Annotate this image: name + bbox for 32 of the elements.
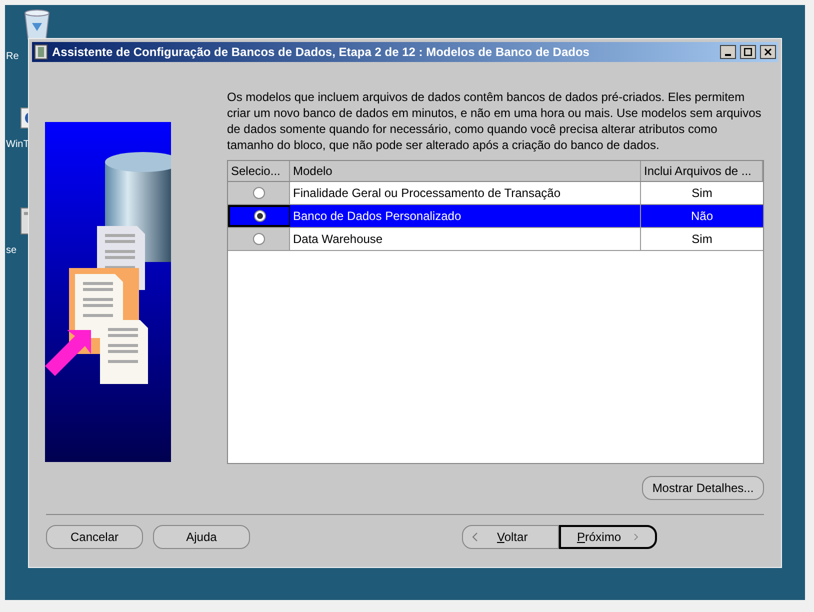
details-button[interactable]: Mostrar Detalhes... (642, 476, 764, 500)
cancel-button[interactable]: Cancelar (46, 525, 143, 549)
window-title: Assistente de Configuração de Bancos de Dados, Etapa 2 de 12 : Modelos de Banco de Dados (52, 44, 590, 61)
column-header[interactable]: Modelo (290, 161, 641, 181)
chevron-left-icon (471, 532, 479, 542)
table-cell-text: Sim (690, 231, 714, 248)
desktop-icon-label[interactable]: Re (6, 51, 19, 64)
radio-button[interactable] (252, 233, 264, 245)
table-cell-text: Sim (690, 185, 714, 202)
desktop-icon-label[interactable]: WinT (6, 139, 30, 152)
desktop-icon-label[interactable]: se (6, 245, 17, 258)
column-header[interactable]: Inclui Arquivos de ... (641, 161, 763, 181)
table-row[interactable]: Banco de Dados Personalizado Não (228, 205, 763, 228)
table-cell: Data Warehouse (290, 228, 641, 250)
back-button[interactable]: Voltar (462, 525, 559, 549)
radio-button[interactable] (252, 187, 264, 199)
close-icon (764, 48, 772, 56)
maximize-button[interactable] (740, 45, 756, 59)
table-row[interactable]: Data Warehouse Sim (228, 228, 763, 251)
maximize-icon (744, 48, 752, 56)
close-button[interactable] (760, 45, 776, 59)
next-button[interactable]: Próximo (559, 525, 657, 549)
description-text: Os modelos que incluem arquivos de dados contêm bancos de dados pré-criados. Eles permitem criar um novo banco de dados em minutos, e não em uma hora ou mais. Use modelos sem arquivos de dados somente quando for necessário, como quando você precisa alterar atributos como tamanho do bloco, que não pode ser alterado após a criação do banco de dados. (227, 89, 762, 153)
minimize-button[interactable] (720, 45, 736, 59)
table-row[interactable]: Finalidade Geral ou Processamento de Transação Sim (228, 182, 763, 205)
radio-button[interactable] (254, 210, 266, 222)
table-cell: Banco de Dados Personalizado (290, 205, 641, 227)
table-cell: Finalidade Geral ou Processamento de Transação (290, 182, 641, 204)
help-button[interactable]: Ajuda (153, 525, 250, 549)
table-cell-text: Não (690, 208, 714, 225)
chevron-right-icon (633, 532, 639, 542)
column-header[interactable]: Selecio... (228, 161, 290, 181)
